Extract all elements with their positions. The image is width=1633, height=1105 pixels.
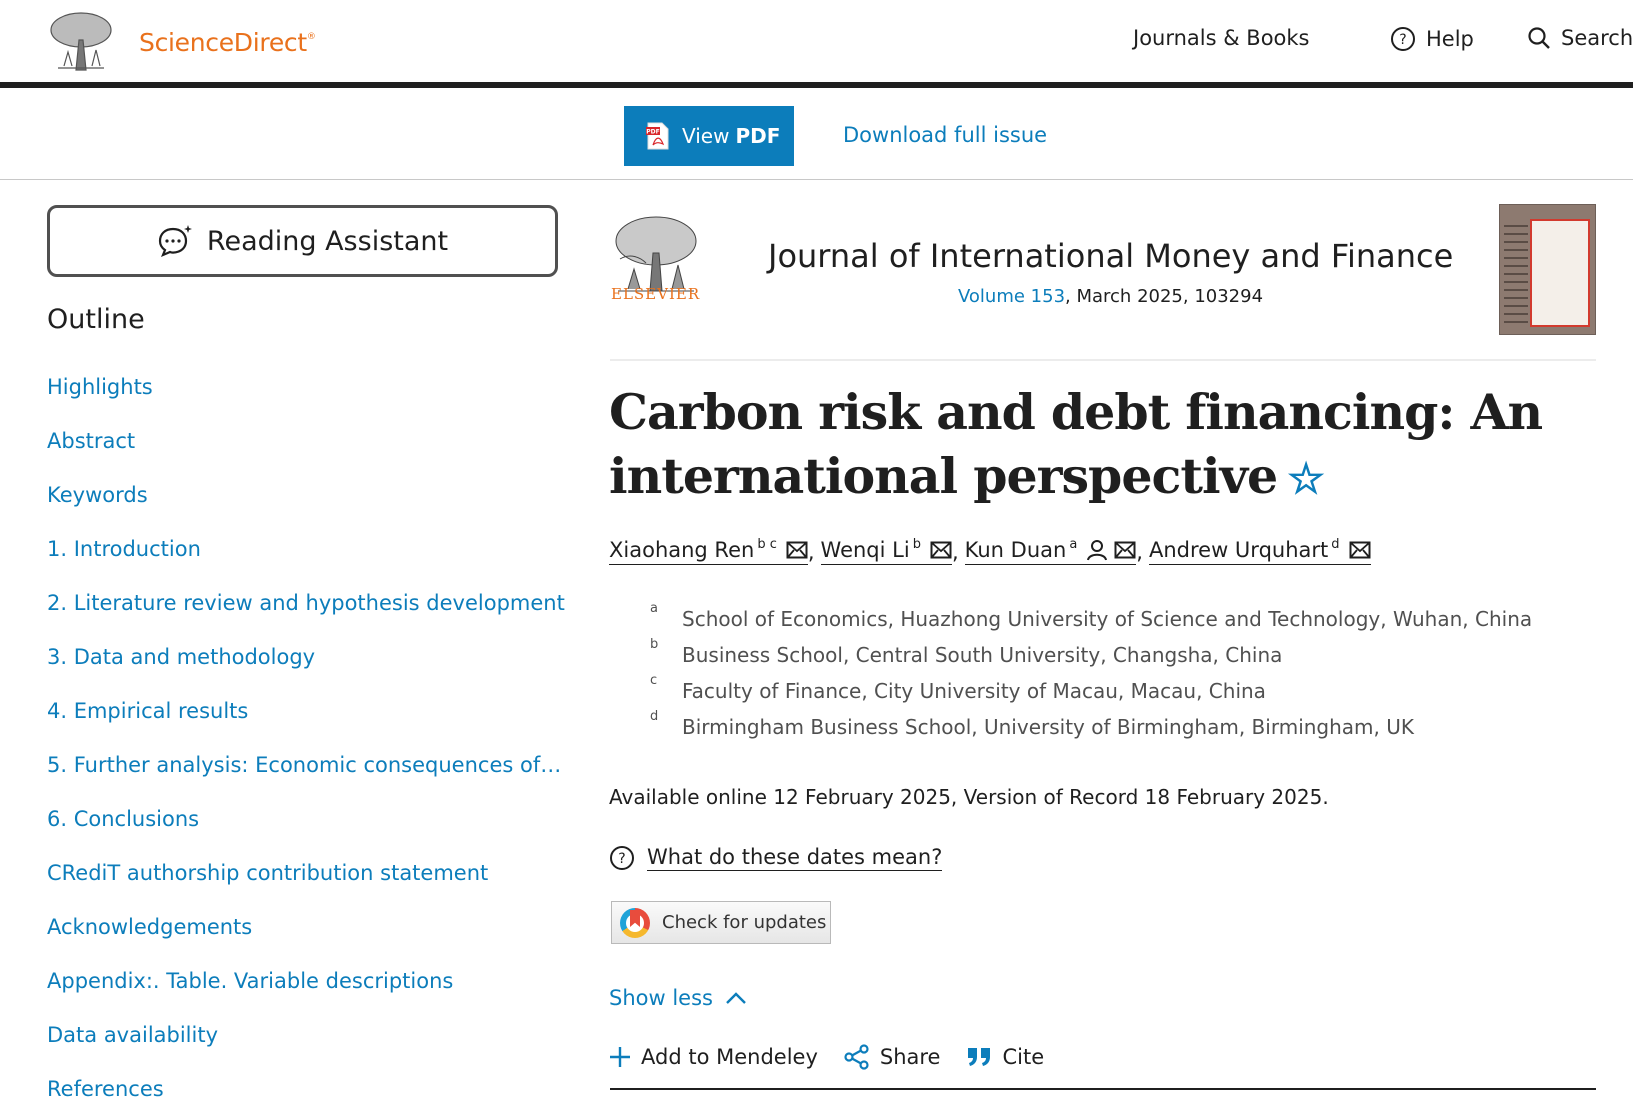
cite-button[interactable]: Cite xyxy=(966,1045,1044,1069)
article-title-line-1: Carbon risk and debt financing: An xyxy=(609,383,1543,441)
person-icon xyxy=(1087,540,1108,561)
help-link[interactable]: ? Help xyxy=(1390,26,1474,52)
share-button[interactable]: Share xyxy=(844,1044,940,1070)
actions-divider xyxy=(610,1088,1596,1090)
journal-title[interactable]: Journal of International Money and Finan… xyxy=(768,237,1453,275)
outline-item-keywords[interactable]: Keywords xyxy=(47,482,567,536)
top-navigation-bar: ScienceDirect® Journals & Books ? Help S… xyxy=(0,0,1633,82)
journal-divider xyxy=(610,359,1596,361)
search-link[interactable]: Search xyxy=(1527,26,1633,50)
outline-item-data-methodology[interactable]: 3. Data and methodology xyxy=(47,644,567,698)
outline-heading: Outline xyxy=(47,304,145,335)
help-icon: ? xyxy=(1391,27,1415,51)
add-to-mendeley-button[interactable]: Add to Mendeley xyxy=(609,1045,818,1069)
outline-item-conclusions[interactable]: 6. Conclusions xyxy=(47,806,567,860)
envelope-icon xyxy=(930,541,952,559)
volume-link[interactable]: Volume 153 xyxy=(958,286,1065,307)
check-for-updates-button[interactable]: Check for updates xyxy=(611,901,831,944)
article-actions: Add to Mendeley Share Cite xyxy=(609,1044,1070,1070)
outline-item-appendix[interactable]: Appendix:. Table. Variable descriptions xyxy=(47,968,567,1022)
outline-item-acknowledgements[interactable]: Acknowledgements xyxy=(47,914,567,968)
outline-item-further-analysis[interactable]: 5. Further analysis: Economic consequenc… xyxy=(47,752,567,806)
plus-icon xyxy=(610,1047,630,1067)
view-pdf-button[interactable]: PDF View PDF xyxy=(624,106,794,166)
publication-dates: Available online 12 February 2025, Versi… xyxy=(609,785,1329,809)
chat-sparkle-icon xyxy=(158,225,192,258)
journals-books-link[interactable]: Journals & Books xyxy=(1133,26,1310,50)
outline-item-abstract[interactable]: Abstract xyxy=(47,428,567,482)
sciencedirect-brand[interactable]: ScienceDirect® xyxy=(139,28,316,57)
quote-icon xyxy=(968,1048,991,1066)
star-icon[interactable]: ☆ xyxy=(1287,454,1325,503)
article-title-line-2: international perspective xyxy=(609,447,1278,505)
outline-item-references[interactable]: References xyxy=(47,1076,567,1105)
author-list: Xiaohang Ren b c , Wenqi Li b , Kun Duan a … xyxy=(609,537,1371,565)
pdf-icon: PDF xyxy=(646,122,669,150)
envelope-icon xyxy=(1349,541,1371,559)
help-icon: ? xyxy=(610,846,634,870)
show-less-toggle[interactable]: Show less xyxy=(609,986,747,1010)
issue-date-text: , March 2025, 103294 xyxy=(1065,286,1264,307)
envelope-icon xyxy=(786,541,808,559)
affiliation-item: d Birmingham Business School, University … xyxy=(650,709,1415,739)
svg-text:PDF: PDF xyxy=(646,129,659,136)
outline-item-credit-statement[interactable]: CRediT authorship contribution statement xyxy=(47,860,567,914)
reading-assistant-button[interactable]: Reading Assistant xyxy=(47,205,558,277)
outline-item-empirical-results[interactable]: 4. Empirical results xyxy=(47,698,567,752)
affiliation-item: a School of Economics, Huazhong Universit… xyxy=(650,601,1533,631)
share-icon xyxy=(844,1044,869,1070)
affiliation-item: b Business School, Central South Universi… xyxy=(650,637,1283,667)
outline-list: Highlights Abstract Keywords 1. Introduc… xyxy=(47,374,567,1105)
author-wenqi-li[interactable]: Wenqi Li b xyxy=(820,537,952,565)
outline-item-highlights[interactable]: Highlights xyxy=(47,374,567,428)
elsevier-tree-logo[interactable] xyxy=(46,10,116,72)
affiliation-item: c Faculty of Finance, City University of … xyxy=(650,673,1266,703)
download-full-issue-link[interactable]: Download full issue xyxy=(843,123,1047,147)
outline-item-data-availability[interactable]: Data availability xyxy=(47,1022,567,1076)
article-toolbar: PDF View PDF Download full issue xyxy=(0,88,1633,180)
author-andrew-urquhart[interactable]: Andrew Urquhart d xyxy=(1148,537,1371,565)
elsevier-wordmark: ELSEVIER xyxy=(611,285,701,303)
cover-panel xyxy=(1530,219,1590,327)
outline-item-introduction[interactable]: 1. Introduction xyxy=(47,536,567,590)
author-xiaohang-ren[interactable]: Xiaohang Ren b c xyxy=(609,537,808,565)
affiliation-list: a School of Economics, Huazhong Universit… xyxy=(650,601,1533,751)
dates-help-link[interactable]: ? What do these dates mean? xyxy=(609,845,943,871)
cover-decoration xyxy=(1504,225,1528,329)
svg-text:?: ? xyxy=(1399,32,1406,48)
article-title: Carbon risk and debt financing: An inter… xyxy=(609,380,1609,511)
journal-issue-info: Volume 153, March 2025, 103294 xyxy=(958,286,1263,307)
search-icon xyxy=(1528,27,1550,49)
author-kun-duan[interactable]: Kun Duan a xyxy=(964,537,1137,565)
envelope-icon xyxy=(1114,541,1136,559)
outline-item-literature-review[interactable]: 2. Literature review and hypothesis deve… xyxy=(47,590,567,644)
chevron-up-icon xyxy=(726,992,746,1004)
journal-cover-image[interactable] xyxy=(1499,204,1596,335)
svg-text:?: ? xyxy=(618,851,625,867)
